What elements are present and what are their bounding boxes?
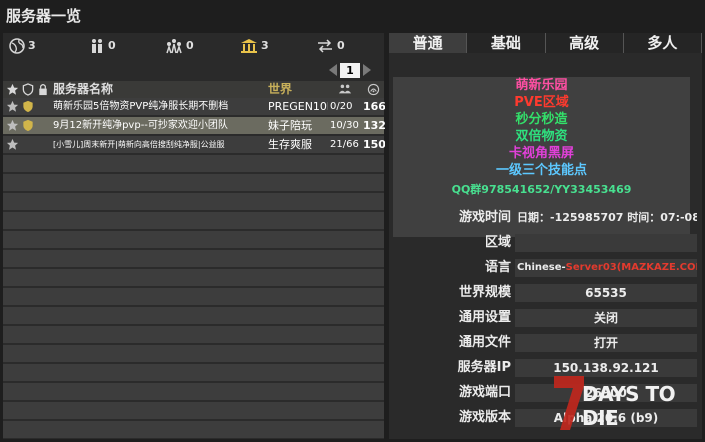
server-row[interactable]: 萌新乐园5倍物资PVP纯净服长期不删档 PREGEN10k 0/20 166 xyxy=(3,98,385,115)
filter-refresh-count: 0 xyxy=(337,39,345,52)
tab-general[interactable]: 普通 xyxy=(389,33,468,53)
eac-shield-icon xyxy=(23,119,33,132)
ping-column-icon[interactable] xyxy=(367,83,380,96)
info-value: Chinese-Server03(MAZKAZE.COM) xyxy=(515,259,697,277)
language-server-name: Server03(MAZKAZE.COM) xyxy=(565,262,697,273)
next-page-button[interactable] xyxy=(363,64,371,76)
filter-group[interactable]: 0 xyxy=(165,37,194,54)
eac-shield-icon xyxy=(23,100,33,113)
list-header: 服务器名称 世界 xyxy=(3,81,384,98)
info-row-region: 区域 xyxy=(389,232,702,254)
server-world: 妹子陪玩 xyxy=(268,119,312,132)
window-title: 服务器一览 xyxy=(6,7,82,25)
tab-advanced[interactable]: 高级 xyxy=(545,33,624,53)
two-people-icon xyxy=(92,38,102,53)
server-world: 生存爽服 xyxy=(268,138,312,151)
info-label: 游戏时间 xyxy=(458,210,511,225)
globe-icon xyxy=(9,37,25,54)
server-rows: 萌新乐园5倍物资PVP纯净服长期不删档 PREGEN10k 0/20 166 9… xyxy=(3,98,385,439)
info-row-game-time: 游戏时间 日期：-125985707 时间：07:-08 xyxy=(389,207,702,229)
info-value: 关闭 xyxy=(515,309,697,327)
favorite-star-icon[interactable] xyxy=(6,138,19,151)
server-name: 萌新乐园5倍物资PVP纯净服长期不删档 xyxy=(53,101,229,112)
prev-page-button[interactable] xyxy=(329,64,337,76)
server-players: 21/66 xyxy=(330,139,359,150)
info-value xyxy=(515,234,697,252)
players-column-icon[interactable] xyxy=(338,83,352,95)
details-tabs: 普通 基础 高级 多人 xyxy=(389,33,702,53)
motd-line: 双倍物资 xyxy=(515,129,568,144)
group-icon xyxy=(166,38,182,53)
server-row[interactable]: 9月12新开纯净pvp--可抄家欢迎小团队 妹子陪玩 10/30 132 xyxy=(3,117,385,134)
logo-text: DAYS TO DIE xyxy=(582,382,676,430)
filter-refresh[interactable]: 0 xyxy=(316,37,345,54)
info-label: 语言 xyxy=(484,260,511,275)
info-row-world-size: 世界规模 65535 xyxy=(389,282,702,304)
motd-line: 卡视角黑屏 xyxy=(508,146,574,161)
shield-column-icon[interactable] xyxy=(22,83,34,96)
column-header-server-name[interactable]: 服务器名称 xyxy=(53,81,113,98)
info-label: 通用文件 xyxy=(458,335,511,350)
info-value: 打开 xyxy=(515,334,697,352)
server-ping: 166 xyxy=(363,100,385,113)
tab-multiplayer[interactable]: 多人 xyxy=(623,33,702,53)
info-label: 世界规模 xyxy=(458,285,511,300)
server-ping: 132 xyxy=(363,119,385,132)
info-value: 65535 xyxy=(515,284,697,302)
info-label: 服务器IP xyxy=(457,360,511,375)
server-ping: 150 xyxy=(363,138,385,151)
logo-seven-glyph xyxy=(554,376,584,430)
column-header-world[interactable]: 世界 xyxy=(268,81,292,98)
server-list-panel: 3 0 0 3 0 1 服务器名称 世界 萌新乐园5倍物资PVP纯净服长期不删档… xyxy=(3,33,385,439)
info-label: 通用设置 xyxy=(458,310,511,325)
info-label: 区域 xyxy=(484,235,511,250)
tab-basic[interactable]: 基础 xyxy=(467,33,546,53)
server-players: 0/20 xyxy=(330,101,353,112)
motd-line: 萌新乐园 xyxy=(515,78,568,93)
server-world: PREGEN10k xyxy=(268,100,328,113)
favorite-star-icon[interactable] xyxy=(6,100,19,113)
filter-bank[interactable]: 3 xyxy=(240,37,269,54)
motd-line: 一级三个技能点 xyxy=(495,163,587,178)
filter-group-count: 0 xyxy=(186,39,194,52)
motd-line: PVE区域 xyxy=(514,95,569,110)
page-number: 1 xyxy=(340,62,360,78)
filter-globe-count: 3 xyxy=(28,39,36,52)
filter-bar: 3 0 0 3 0 xyxy=(3,33,384,57)
filter-two-people[interactable]: 0 xyxy=(89,37,116,54)
server-row[interactable]: [小雪儿]周末新开|萌新向高倍搜刮纯净服|公益服 生存爽服 21/66 150 xyxy=(3,136,385,153)
info-row-common-settings: 通用设置 关闭 xyxy=(389,307,702,329)
game-logo: DAYS TO DIE xyxy=(552,372,702,440)
refresh-icon xyxy=(318,38,332,53)
filter-globe[interactable]: 3 xyxy=(9,37,36,54)
language-prefix: Chinese- xyxy=(517,262,566,273)
motd-line: QQ群978541652/YY33453469 xyxy=(451,183,632,196)
favorite-column-star-icon[interactable] xyxy=(6,83,19,96)
filter-two-people-count: 0 xyxy=(108,39,116,52)
server-name: [小雪儿]周末新开|萌新向高倍搜刮纯净服|公益服 xyxy=(53,140,225,149)
lock-column-icon[interactable] xyxy=(38,83,48,96)
server-players: 10/30 xyxy=(330,120,359,131)
pager: 1 xyxy=(329,62,371,78)
filter-bank-count: 3 xyxy=(261,39,269,52)
info-row-language: 语言 Chinese-Server03(MAZKAZE.COM) xyxy=(389,257,702,279)
info-label: 游戏端口 xyxy=(458,385,511,400)
info-value: 日期：-125985707 时间：07:-08 xyxy=(517,211,697,224)
bank-icon xyxy=(241,38,257,53)
favorite-star-icon[interactable] xyxy=(6,119,19,132)
info-label: 游戏版本 xyxy=(458,410,511,425)
server-name: 9月12新开纯净pvp--可抄家欢迎小团队 xyxy=(53,120,228,131)
motd-line: 秒分秒造 xyxy=(515,112,568,127)
info-row-common-files: 通用文件 打开 xyxy=(389,332,702,354)
